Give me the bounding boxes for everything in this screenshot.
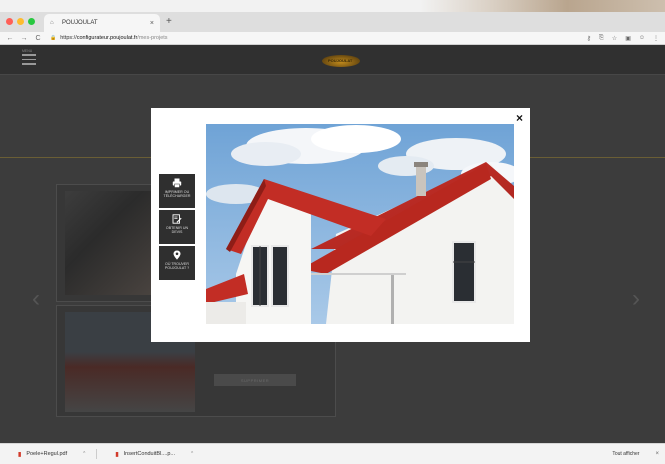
more-menu-icon[interactable]: ⋮: [653, 35, 659, 42]
window-controls: [6, 18, 35, 25]
print-download-button[interactable]: IMPRIMER OU TÉLÉCHARGER: [159, 174, 195, 208]
browser-window: ⌂ POUJOULAT × + ← → C 🔒 https://configur…: [0, 12, 665, 464]
printer-icon: [172, 178, 182, 188]
screenshot-root: ⌂ POUJOULAT × + ← → C 🔒 https://configur…: [0, 0, 665, 464]
find-dealer-button[interactable]: OÙ TROUVER POUJOULAT ?: [159, 246, 195, 280]
url-host: configurateur.poujoulat.fr: [76, 35, 138, 41]
bookmark-star-icon[interactable]: ☆: [612, 35, 617, 42]
minimize-window-button[interactable]: [17, 18, 24, 25]
site-header: MENU POUJOULAT: [0, 45, 665, 75]
reload-icon[interactable]: C: [34, 35, 42, 42]
close-icon[interactable]: ×: [655, 451, 659, 457]
translate-icon[interactable]: ⎘: [599, 35, 604, 42]
chevron-up-icon[interactable]: ⌃: [190, 451, 194, 457]
new-tab-button[interactable]: +: [166, 16, 172, 27]
separator: [96, 449, 98, 459]
quote-button[interactable]: OBTENIR UN DEVIS: [159, 210, 195, 244]
action-label: OÙ TROUVER POUJOULAT ?: [164, 262, 190, 271]
house-photo: [206, 124, 514, 324]
favicon-icon: ⌂: [50, 20, 54, 26]
project-thumbnail: [65, 191, 155, 295]
profile-icon[interactable]: ☺: [639, 35, 645, 42]
back-icon[interactable]: ←: [6, 35, 14, 42]
maximize-window-button[interactable]: [28, 18, 35, 25]
show-all-link[interactable]: Tout afficher: [612, 451, 639, 457]
action-label: OBTENIR UN DEVIS: [165, 226, 189, 235]
desktop-background: [420, 0, 665, 12]
toolbar-icons: ⚷ ⎘ ☆ ▣ ☺ ⋮: [587, 35, 659, 42]
key-icon[interactable]: ⚷: [587, 35, 591, 42]
house-illustration: [206, 124, 514, 324]
action-label: IMPRIMER OU TÉLÉCHARGER: [163, 190, 191, 199]
url-scheme: https://: [60, 35, 77, 41]
download-filename: Poele+Regul.pdf: [26, 451, 68, 457]
logo-text: POUJOULAT: [328, 58, 353, 63]
download-item[interactable]: ▮ Poele+Regul.pdf ⌃: [18, 451, 86, 458]
map-pin-icon: [173, 250, 181, 260]
close-icon[interactable]: ×: [516, 112, 523, 124]
hamburger-menu-icon[interactable]: [22, 54, 36, 68]
chevron-up-icon[interactable]: ⌃: [82, 451, 86, 457]
pdf-file-icon: ▮: [115, 451, 119, 458]
url-field[interactable]: https://configurateur.poujoulat.fr/mes-p…: [60, 35, 167, 41]
tab-close-icon[interactable]: ×: [150, 20, 154, 27]
pdf-file-icon: ▮: [18, 451, 22, 458]
tab-strip: ⌂ POUJOULAT × +: [0, 12, 665, 32]
url-path: /mes-projets: [137, 35, 168, 41]
browser-tab[interactable]: ⌂ POUJOULAT ×: [44, 14, 160, 32]
menu-label: MENU: [22, 49, 33, 53]
delete-button[interactable]: SUPPRIMER: [214, 374, 296, 386]
downloads-bar: ▮ Poele+Regul.pdf ⌃ ▮ InsertConduitBl...…: [0, 443, 665, 464]
modal-action-bar: IMPRIMER OU TÉLÉCHARGER OBTENIR UN DEVIS O…: [159, 174, 195, 282]
address-bar: ← → C 🔒 https://configurateur.poujoulat.…: [0, 32, 665, 45]
edit-document-icon: [172, 214, 182, 224]
download-item[interactable]: ▮ InsertConduitBl....p... ⌃: [115, 451, 194, 458]
lock-icon: 🔒: [50, 35, 57, 41]
extension-icon[interactable]: ▣: [625, 35, 631, 42]
carousel-prev-icon[interactable]: ‹: [32, 285, 40, 313]
tab-title: POUJOULAT: [62, 20, 98, 26]
forward-icon[interactable]: →: [20, 35, 28, 42]
carousel-next-icon[interactable]: ›: [632, 285, 640, 313]
download-filename: InsertConduitBl....p...: [123, 451, 176, 457]
close-window-button[interactable]: [6, 18, 13, 25]
